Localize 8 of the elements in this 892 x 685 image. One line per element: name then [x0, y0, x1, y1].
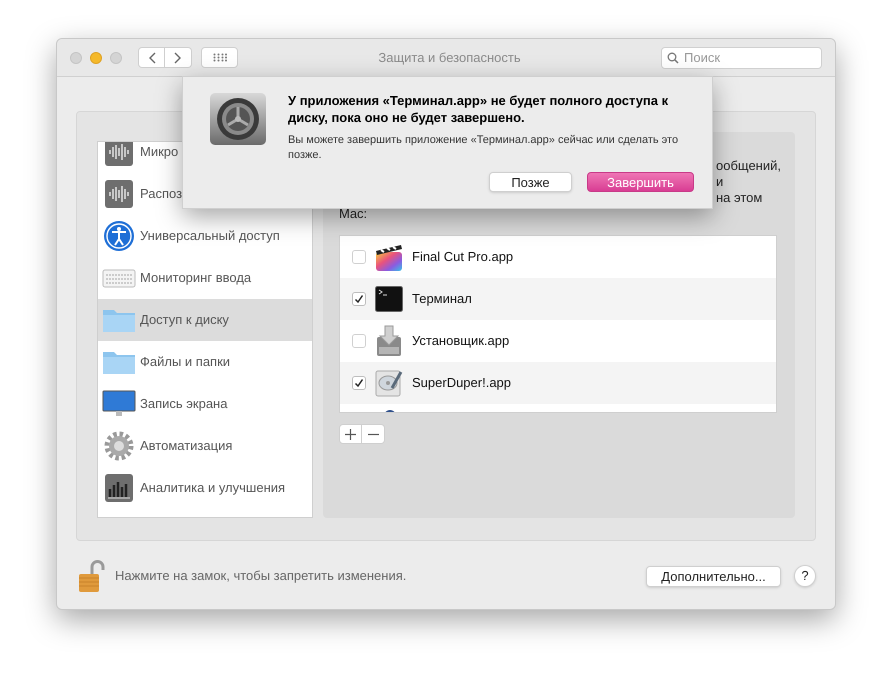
window-title: Защита и безопасность [378, 48, 521, 67]
lock-hint-text: Нажмите на замок, чтобы запретить изменения. [115, 567, 406, 586]
description-text: на этом [716, 190, 762, 206]
description-text: ообщений, [716, 158, 781, 174]
description-text: и [716, 174, 724, 190]
description-text: Mac: [339, 206, 368, 222]
dialog-message: Вы можете завершить приложение «Терминал.app» сейчас или сделать это позже. [288, 133, 680, 163]
dialog-title: У приложения «Терминал.app» не будет полного доступа к диску, пока оно не будет завершено. [288, 92, 670, 126]
